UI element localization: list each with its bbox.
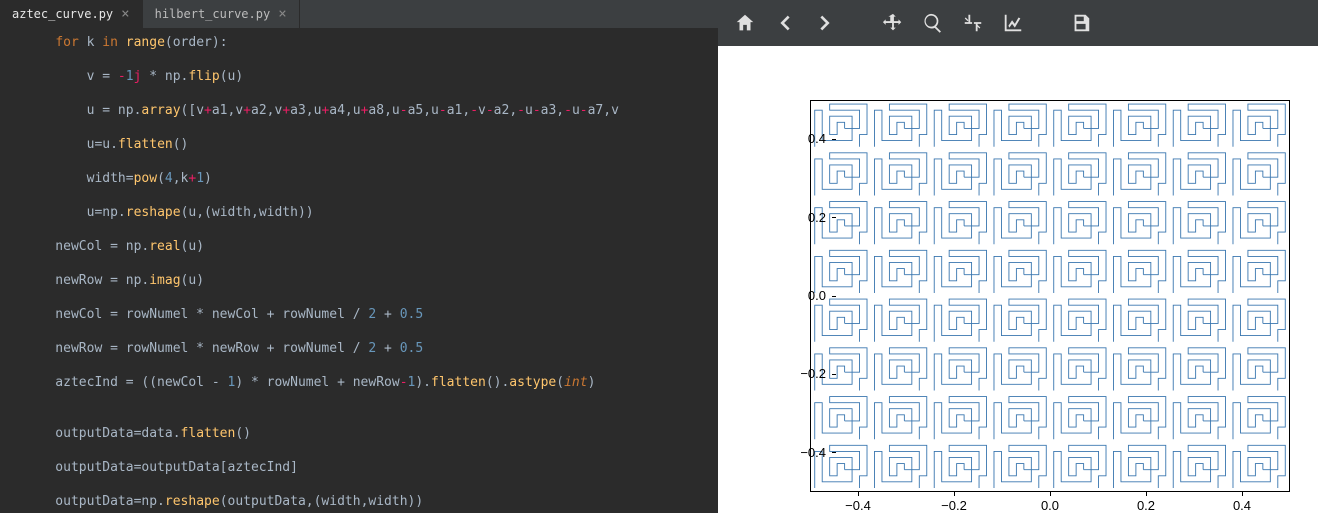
x-tick-label: 0.4 bbox=[1217, 498, 1267, 513]
y-tick-label: −0.4 bbox=[776, 445, 826, 460]
tab-bar: aztec_curve.py × hilbert_curve.py × bbox=[0, 0, 718, 28]
editor-pane: aztec_curve.py × hilbert_curve.py × for … bbox=[0, 0, 718, 513]
tab-aztec[interactable]: aztec_curve.py × bbox=[0, 0, 143, 28]
y-tick-label: 0.0 bbox=[776, 288, 826, 303]
plot-pane: 0.4 0.2 0.0 −0.2 −0.4 −0.4 −0.2 0.0 0.2 0.4 bbox=[718, 0, 1318, 513]
y-tick-label: −0.2 bbox=[776, 366, 826, 381]
close-icon[interactable]: × bbox=[121, 6, 129, 22]
home-icon[interactable] bbox=[734, 12, 756, 34]
tab-hilbert[interactable]: hilbert_curve.py × bbox=[143, 0, 300, 28]
x-tick-label: 0.0 bbox=[1025, 498, 1075, 513]
zoom-icon[interactable] bbox=[922, 12, 944, 34]
code-editor[interactable]: for k in range(order): v = -1j * np.flip… bbox=[0, 28, 718, 513]
x-tick-label: −0.4 bbox=[833, 498, 883, 513]
close-icon[interactable]: × bbox=[278, 6, 286, 22]
plot-toolbar bbox=[718, 0, 1318, 46]
subplots-icon[interactable] bbox=[962, 12, 984, 34]
axes-icon[interactable] bbox=[1002, 12, 1024, 34]
tab-label: aztec_curve.py bbox=[12, 7, 113, 21]
forward-icon[interactable] bbox=[814, 12, 836, 34]
x-tick-label: −0.2 bbox=[929, 498, 979, 513]
tab-label: hilbert_curve.py bbox=[155, 7, 271, 21]
y-tick-label: 0.4 bbox=[776, 131, 826, 146]
x-tick-label: 0.2 bbox=[1121, 498, 1171, 513]
back-icon[interactable] bbox=[774, 12, 796, 34]
pan-icon[interactable] bbox=[882, 12, 904, 34]
plot-area[interactable]: 0.4 0.2 0.0 −0.2 −0.4 −0.4 −0.2 0.0 0.2 0.4 bbox=[718, 46, 1318, 513]
save-icon[interactable] bbox=[1070, 12, 1092, 34]
axes-frame bbox=[810, 100, 1290, 492]
aztec-curve-plot bbox=[811, 101, 1289, 491]
y-tick-label: 0.2 bbox=[776, 210, 826, 225]
